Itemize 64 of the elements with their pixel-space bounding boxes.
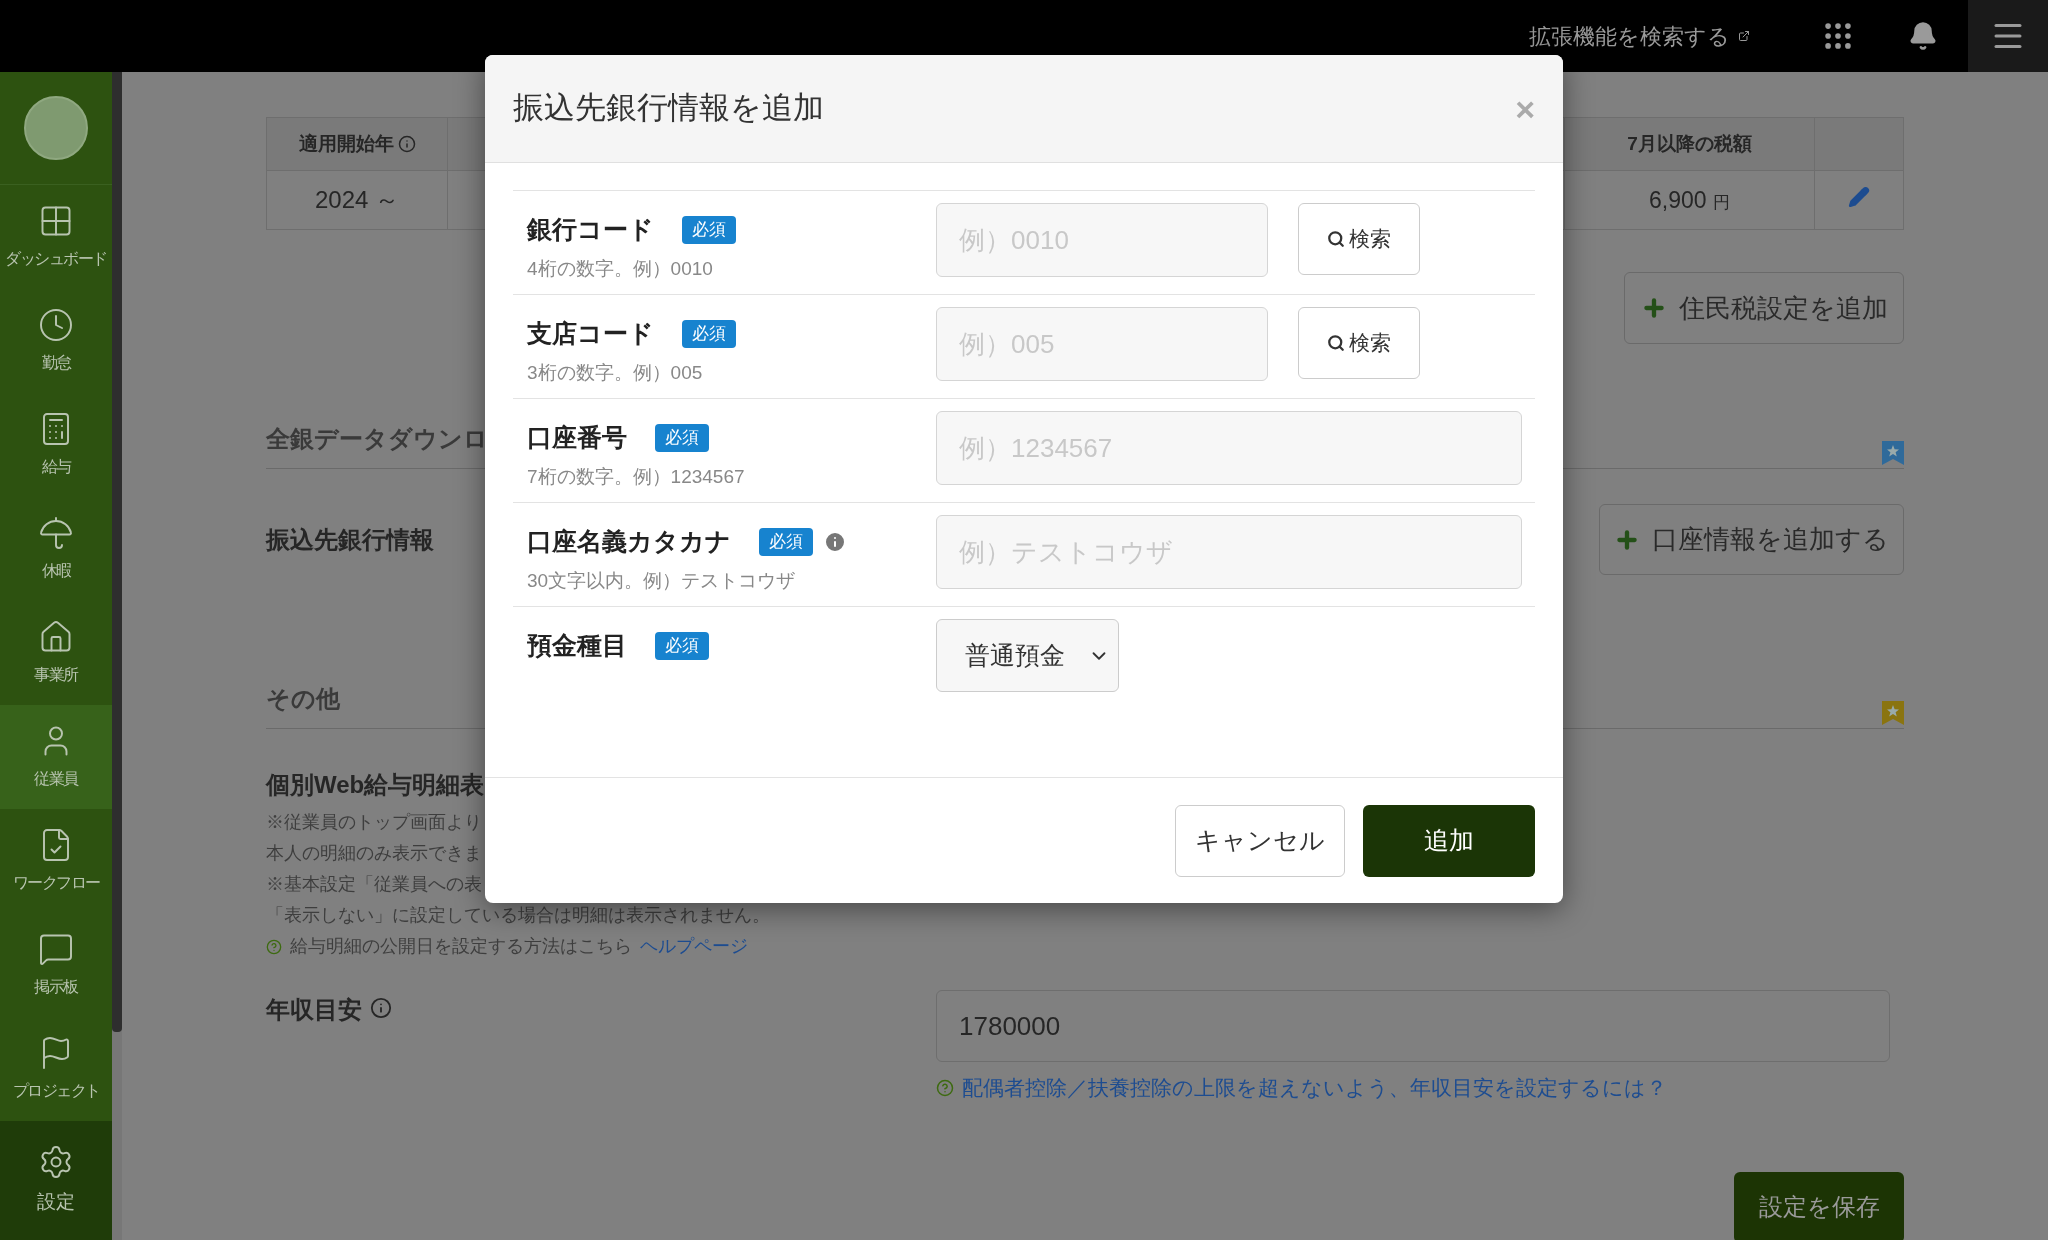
required-badge: 必須 (682, 216, 736, 244)
scrollbar-thumb[interactable] (112, 72, 122, 1032)
table-cell: 6,900 円 (1649, 186, 1730, 213)
note-text: 本人の明細のみ表示できま (266, 842, 482, 865)
required-badge: 必須 (655, 632, 709, 660)
field-label: 口座名義カタカナ (527, 526, 731, 557)
info-icon (370, 997, 392, 1019)
sidebar-item[interactable]: ダッシュボード (0, 185, 112, 289)
settings-item[interactable]: 設定 (0, 1121, 112, 1240)
sidebar-item[interactable]: プロジェクト (0, 1017, 112, 1121)
field-hint: 3桁の数字。例）005 (527, 360, 704, 385)
bookmark-icon (1882, 441, 1904, 465)
pencil-icon (1848, 185, 1870, 208)
section-title: その他 (266, 684, 340, 714)
sidebar-item[interactable]: 事業所 (0, 601, 112, 705)
extension-search-link[interactable]: 拡張機能を検索する (1529, 19, 1750, 53)
save-button[interactable]: 設定を保存 (1734, 1171, 1904, 1240)
field-hint: 30文字以内。例）テストコウザ (527, 568, 797, 593)
sidebar-item[interactable]: 従業員 (0, 705, 112, 809)
field-label: 年収目安 (266, 995, 362, 1025)
search-icon (1327, 334, 1345, 352)
field-hint: 4桁の数字。例）0010 (527, 256, 714, 281)
menu-button[interactable] (1968, 0, 2048, 72)
required-badge: 必須 (655, 424, 709, 452)
sidebar-item[interactable]: 休暇 (0, 497, 112, 601)
help-icon (266, 938, 282, 955)
field-label: 個別Web給与明細表 (266, 770, 486, 800)
info-icon (397, 135, 416, 153)
field-hint: 7桁の数字。例）1234567 (527, 464, 746, 489)
bell-icon (1908, 21, 1938, 51)
modal-title: 振込先銀行情報を追加 (513, 89, 824, 128)
cancel-button[interactable]: キャンセル (1175, 804, 1345, 877)
umbrella-icon (38, 515, 74, 551)
field-label: 振込先銀行情報 (266, 525, 434, 555)
table-header: 適用開始年 (266, 117, 448, 171)
sidebar-item[interactable]: ワークフロー (0, 809, 112, 913)
sidebar-item[interactable]: 勤怠 (0, 289, 112, 393)
add-account-button[interactable]: 口座情報を追加する (1599, 504, 1904, 575)
add-resident-tax-button[interactable]: 住民税設定を追加 (1624, 272, 1904, 344)
table-cell: 2024 ～ (266, 170, 448, 230)
required-badge: 必須 (759, 528, 813, 556)
field-label: 口座番号 (527, 422, 627, 453)
table-header: 7月以降の税額 (1564, 117, 1815, 171)
account-type-select[interactable]: 普通預金 (936, 619, 1119, 692)
add-button[interactable]: 追加 (1363, 804, 1535, 877)
required-badge: 必須 (682, 320, 736, 348)
bookmark-icon (1882, 701, 1904, 725)
field-label: 銀行コード (527, 214, 654, 245)
note-text: ※基本設定「従業員への表 (266, 873, 482, 896)
field-label: 支店コード (527, 318, 654, 349)
help-icon (936, 1078, 954, 1097)
help-text: 給与明細の公開日を設定する方法はこちら (290, 935, 632, 958)
sidebar-item[interactable]: 掲示板 (0, 913, 112, 1017)
search-button[interactable]: 検索 (1298, 307, 1420, 379)
clock-icon (38, 307, 74, 343)
sidebar-item[interactable]: 給与 (0, 393, 112, 497)
annual-income-field[interactable]: 1780000 (936, 990, 1890, 1062)
search-icon (1327, 230, 1345, 248)
note-text: ※従業員のトップ画面より (266, 811, 482, 834)
external-link-icon (1738, 30, 1750, 42)
note-text: 「表示しない」に設定している場合は明細は表示されません。 (266, 904, 770, 927)
section-title: 全銀データダウンロ (266, 424, 488, 454)
field-label: 預金種目 (527, 630, 627, 661)
search-button[interactable]: 検索 (1298, 203, 1420, 275)
